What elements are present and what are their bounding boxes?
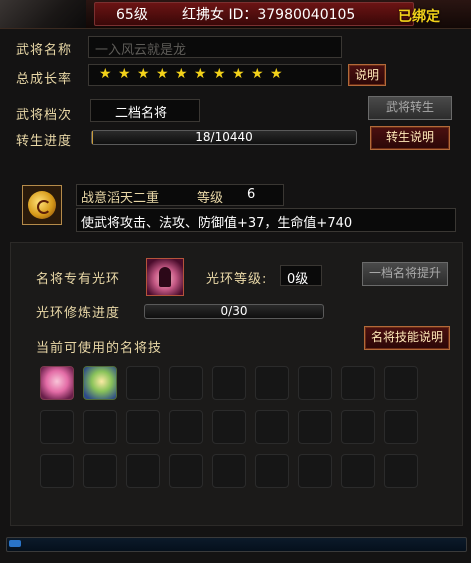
buff-title: 战意滔天二重 — [81, 191, 160, 206]
buff-description-field: 使武将攻击、法攻、防御值+37，生命值+740 — [76, 208, 456, 232]
rebirth-progress-label: 转生进度 — [16, 134, 73, 149]
empty-skill-slot[interactable] — [255, 410, 289, 444]
aura-refine-progress-bar: 0/30 — [144, 304, 324, 319]
empty-skill-slot[interactable] — [40, 454, 74, 488]
general-name-label: 武将名称 — [16, 43, 73, 58]
rebirth-progress-bar: 18/10440 — [91, 130, 357, 145]
growth-rate-label: 总成长率 — [16, 72, 73, 87]
empty-skill-slot[interactable] — [212, 410, 246, 444]
bound-status-badge: 已绑定 — [398, 9, 440, 25]
skills-label: 当前可使用的名将技 — [36, 341, 163, 356]
empty-skill-slot[interactable] — [298, 366, 332, 400]
rebirth-progress-text: 18/10440 — [195, 130, 253, 144]
aura-figure-icon — [159, 267, 171, 287]
general-level: 65级 — [116, 7, 148, 23]
empty-skill-slot[interactable] — [384, 366, 418, 400]
rebirth-button[interactable]: 武将转生 — [368, 96, 452, 120]
pink-flame-skill-icon[interactable] — [40, 366, 74, 400]
empty-skill-slot[interactable] — [126, 366, 160, 400]
empty-skill-slot[interactable] — [126, 454, 160, 488]
general-detail-panel: 65级 红拂女 ID：37980040105 已绑定 武将名称 一入风云就是龙 … — [0, 0, 471, 563]
growth-help-button[interactable]: 说明 — [348, 64, 386, 86]
aura-label: 名将专有光环 — [36, 272, 121, 287]
empty-skill-slot[interactable] — [298, 454, 332, 488]
aura-level-label: 光环等级: — [206, 272, 268, 287]
empty-skill-slot[interactable] — [40, 410, 74, 444]
buff-level-label: 等级 — [197, 191, 224, 206]
empty-skill-slot[interactable] — [126, 410, 160, 444]
yin-yang-orb-icon — [28, 191, 56, 219]
empty-skill-slot[interactable] — [212, 366, 246, 400]
empty-skill-slot[interactable] — [341, 366, 375, 400]
empty-skill-slot[interactable] — [384, 454, 418, 488]
rebirth-help-button[interactable]: 转生说明 — [370, 126, 450, 150]
aura-level-value: 0级 — [287, 272, 309, 287]
buff-level-value: 6 — [247, 187, 256, 202]
aura-icon[interactable] — [146, 258, 184, 296]
empty-skill-slot[interactable] — [341, 410, 375, 444]
title-corner-ornament — [0, 0, 86, 28]
empty-skill-slot[interactable] — [298, 410, 332, 444]
tier-field: 二档名将 — [90, 99, 200, 122]
skills-help-button[interactable]: 名将技能说明 — [364, 326, 450, 350]
general-name-value: 一入风云就是龙 — [95, 43, 187, 58]
general-name-field[interactable]: 一入风云就是龙 — [88, 36, 342, 58]
horizontal-scrollbar[interactable] — [6, 537, 467, 552]
empty-skill-slot[interactable] — [384, 410, 418, 444]
empty-skill-slot[interactable] — [83, 454, 117, 488]
empty-skill-slot[interactable] — [212, 454, 246, 488]
tier-label: 武将档次 — [16, 108, 73, 123]
tier-value: 二档名将 — [115, 106, 168, 121]
empty-skill-slot[interactable] — [169, 454, 203, 488]
scrollbar-thumb[interactable] — [9, 540, 21, 547]
empty-skill-slot[interactable] — [255, 366, 289, 400]
title-bar: 65级 红拂女 ID：37980040105 已绑定 — [0, 0, 471, 29]
growth-stars: ★ ★ ★ ★ ★ ★ ★ ★ ★ ★ — [99, 66, 284, 82]
empty-skill-slot[interactable] — [83, 410, 117, 444]
aura-refine-text: 0/30 — [220, 304, 248, 318]
empty-skill-slot[interactable] — [255, 454, 289, 488]
green-nature-skill-icon[interactable] — [83, 366, 117, 400]
empty-skill-slot[interactable] — [341, 454, 375, 488]
aura-level-field: 0级 — [280, 265, 322, 287]
aura-upgrade-button[interactable]: 一档名将提升 — [362, 262, 448, 286]
buff-description: 使武将攻击、法攻、防御值+37，生命值+740 — [81, 216, 353, 231]
aura-refine-label: 光环修炼进度 — [36, 306, 121, 321]
buff-orb[interactable] — [22, 185, 62, 225]
general-name-id: 红拂女 ID：37980040105 — [182, 7, 356, 23]
buff-title-field: 战意滔天二重 等级 6 — [76, 184, 284, 206]
growth-rate-field: ★ ★ ★ ★ ★ ★ ★ ★ ★ ★ — [88, 64, 342, 86]
empty-skill-slot[interactable] — [169, 410, 203, 444]
empty-skill-slot[interactable] — [169, 366, 203, 400]
